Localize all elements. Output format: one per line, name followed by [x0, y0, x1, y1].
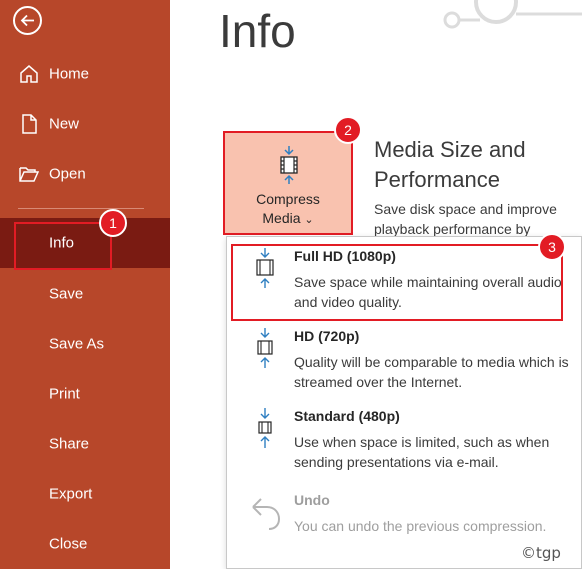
back-button[interactable] — [13, 6, 42, 35]
compress-hd-icon — [257, 328, 273, 368]
compress-media-button[interactable]: Compress Media ⌄ — [223, 131, 353, 235]
sidebar-item-label: Print — [49, 385, 80, 403]
chevron-down-icon: ⌄ — [304, 214, 314, 226]
compress-standard-icon — [258, 408, 272, 448]
sidebar-divider — [18, 208, 144, 209]
option-title: Undo — [294, 492, 330, 508]
sidebar-item-close[interactable]: Close — [0, 519, 170, 569]
option-hd[interactable]: HD (720p) Quality will be comparable to … — [227, 317, 581, 397]
page-title: Info — [219, 5, 296, 57]
compress-media-label-line2: Media — [262, 210, 301, 226]
sidebar-item-save-as[interactable]: Save As — [0, 319, 170, 369]
option-title: HD (720p) — [294, 328, 360, 344]
step-badge-1: 1 — [99, 209, 127, 237]
backstage-sidebar: Home New Open Info Save Save As Print Sh… — [0, 0, 170, 569]
sidebar-item-label: Save — [49, 285, 84, 303]
folder-open-icon — [19, 167, 40, 182]
option-description: Quality will be comparable to media whic… — [294, 354, 569, 390]
compress-media-label: Compress Media ⌄ — [225, 190, 351, 230]
highlight-box-full-hd — [231, 244, 563, 321]
sidebar-item-label: New — [49, 115, 80, 133]
option-standard[interactable]: Standard (480p) Use when space is limite… — [227, 397, 581, 477]
sidebar-item-label: Save As — [49, 335, 105, 353]
watermark: ©tgp — [521, 544, 561, 562]
home-icon — [20, 65, 38, 83]
section-title: Media Size and Performance — [374, 137, 526, 192]
sidebar-item-label: Share — [49, 435, 90, 453]
option-description: Use when space is limited, such as when … — [294, 434, 550, 470]
sidebar-item-open[interactable]: Open — [0, 149, 170, 199]
sidebar-item-label: Open — [49, 165, 86, 183]
option-title: Standard (480p) — [294, 408, 400, 424]
undo-icon — [252, 498, 281, 530]
sidebar-item-label: Close — [49, 535, 88, 553]
option-description: You can undo the previous compression. — [294, 518, 547, 534]
new-document-icon — [22, 114, 37, 134]
sidebar-item-share[interactable]: Share — [0, 419, 170, 469]
sidebar-item-print[interactable]: Print — [0, 369, 170, 419]
sidebar-item-label: Home — [49, 65, 90, 83]
sidebar-item-save[interactable]: Save — [0, 269, 170, 319]
sidebar-item-new[interactable]: New — [0, 99, 170, 149]
step-badge-3: 3 — [538, 233, 566, 261]
step-badge-2: 2 — [334, 116, 362, 144]
sidebar-item-home[interactable]: Home — [0, 49, 170, 99]
back-arrow-icon — [20, 14, 34, 27]
sidebar-item-export[interactable]: Export — [0, 469, 170, 519]
compress-media-label-line1: Compress — [256, 191, 320, 207]
decorative-circuit-graphic — [443, 0, 582, 29]
highlight-box-info — [14, 222, 112, 270]
sidebar-item-label: Export — [49, 485, 93, 503]
compress-media-icon — [280, 146, 298, 184]
